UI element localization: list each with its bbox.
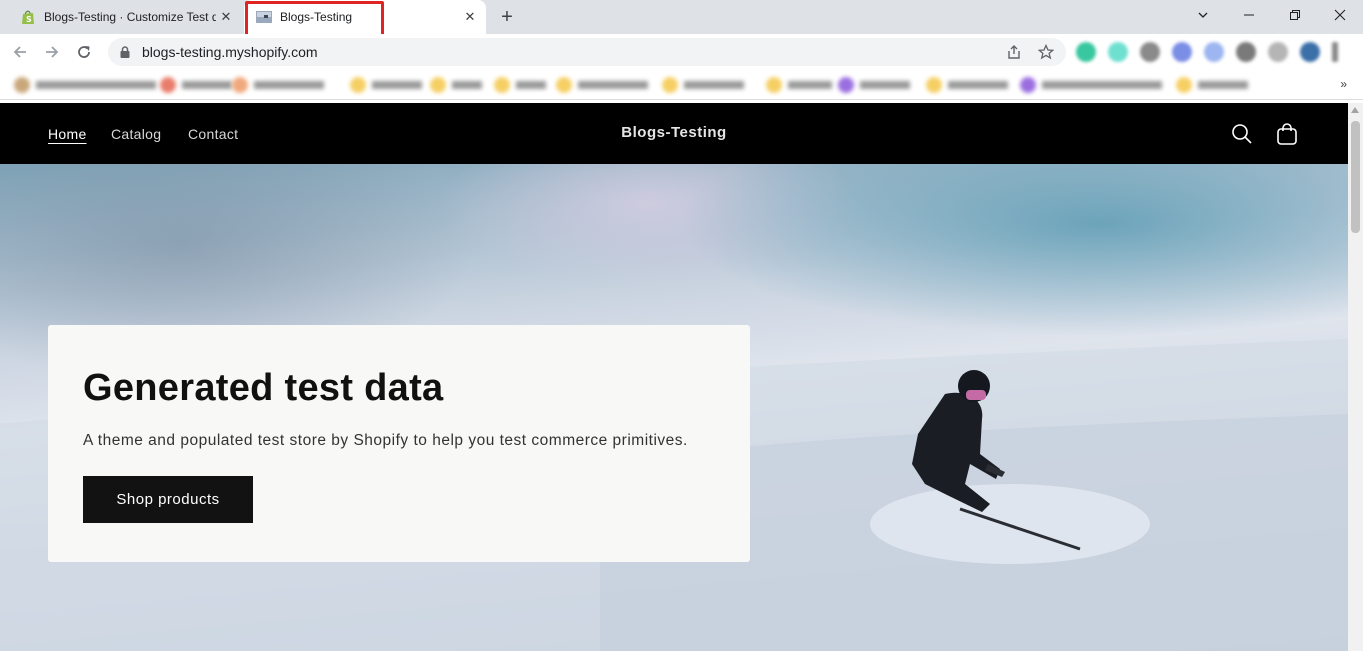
browser-toolbar: blogs-testing.myshopify.com [0, 34, 1363, 70]
share-icon[interactable] [1006, 44, 1022, 60]
extension-icon[interactable] [1268, 42, 1288, 62]
tab-blogs-testing[interactable]: Blogs-Testing ✕ [244, 0, 486, 34]
svg-text:S: S [26, 15, 32, 24]
bookmark-item[interactable] [662, 77, 744, 93]
store-thumbnail-icon [256, 11, 272, 23]
close-window-icon[interactable] [1317, 0, 1363, 30]
extension-icon[interactable] [1108, 42, 1128, 62]
more-bookmarks-icon[interactable]: » [1340, 77, 1347, 91]
bookmark-item[interactable] [494, 77, 546, 93]
reload-icon[interactable] [72, 40, 96, 64]
page-viewport: Home Catalog Contact Blogs-Testing Gener… [0, 103, 1348, 651]
page-scrollbar[interactable] [1348, 103, 1363, 651]
cart-icon[interactable] [1275, 122, 1299, 146]
bookmark-item[interactable] [1020, 77, 1162, 93]
site-brand[interactable]: Blogs-Testing [0, 124, 1348, 141]
bookmark-item[interactable] [1176, 77, 1248, 93]
bookmark-star-icon[interactable] [1038, 44, 1054, 60]
search-icon[interactable] [1230, 122, 1254, 146]
bookmarks-bar: » [0, 70, 1363, 100]
hero-card: Generated test data A theme and populate… [48, 325, 750, 562]
bookmark-item[interactable] [14, 77, 156, 93]
bookmark-item[interactable] [838, 77, 910, 93]
hero-banner: Generated test data A theme and populate… [0, 164, 1348, 651]
bookmark-item[interactable] [766, 77, 832, 93]
lock-icon [120, 46, 130, 58]
bookmark-item[interactable] [430, 77, 482, 93]
shopify-bag-icon: S [22, 10, 34, 24]
restore-icon[interactable] [1272, 0, 1318, 30]
tab-title: Blogs-Testing [280, 10, 353, 24]
bookmark-item[interactable] [926, 77, 1008, 93]
back-icon[interactable] [8, 40, 32, 64]
extension-icon[interactable] [1140, 42, 1160, 62]
shop-products-button[interactable]: Shop products [83, 476, 253, 523]
tab-search-icon[interactable] [1180, 0, 1226, 30]
hero-title: Generated test data [83, 367, 444, 409]
profile-avatar[interactable] [1300, 42, 1320, 62]
scroll-up-icon[interactable] [1351, 107, 1359, 113]
site-header: Home Catalog Contact Blogs-Testing [0, 103, 1348, 164]
new-tab-button[interactable]: + [496, 6, 518, 28]
bookmark-item[interactable] [232, 77, 324, 93]
hero-subtitle: A theme and populated test store by Shop… [83, 432, 688, 449]
extension-icon[interactable] [1204, 42, 1224, 62]
bookmark-item[interactable] [160, 77, 232, 93]
tab-customize[interactable]: S Blogs-Testing · Customize Test da ✕ [10, 0, 242, 34]
bookmark-item[interactable] [350, 77, 422, 93]
address-bar[interactable]: blogs-testing.myshopify.com [108, 38, 1066, 66]
menu-dots-icon[interactable] [1332, 42, 1338, 62]
bookmark-item[interactable] [556, 77, 648, 93]
extension-icon[interactable] [1172, 42, 1192, 62]
forward-icon[interactable] [40, 40, 64, 64]
tab-strip: S Blogs-Testing · Customize Test da ✕ Bl… [0, 0, 1363, 34]
close-tab-icon[interactable]: ✕ [460, 7, 480, 27]
scrollbar-thumb[interactable] [1351, 121, 1360, 233]
minimize-icon[interactable] [1226, 0, 1272, 30]
extension-icon[interactable] [1236, 42, 1256, 62]
url-text: blogs-testing.myshopify.com [142, 44, 318, 60]
close-tab-icon[interactable]: ✕ [216, 7, 236, 27]
extension-icon[interactable] [1076, 42, 1096, 62]
tab-title: Blogs-Testing · Customize Test da [44, 10, 216, 24]
